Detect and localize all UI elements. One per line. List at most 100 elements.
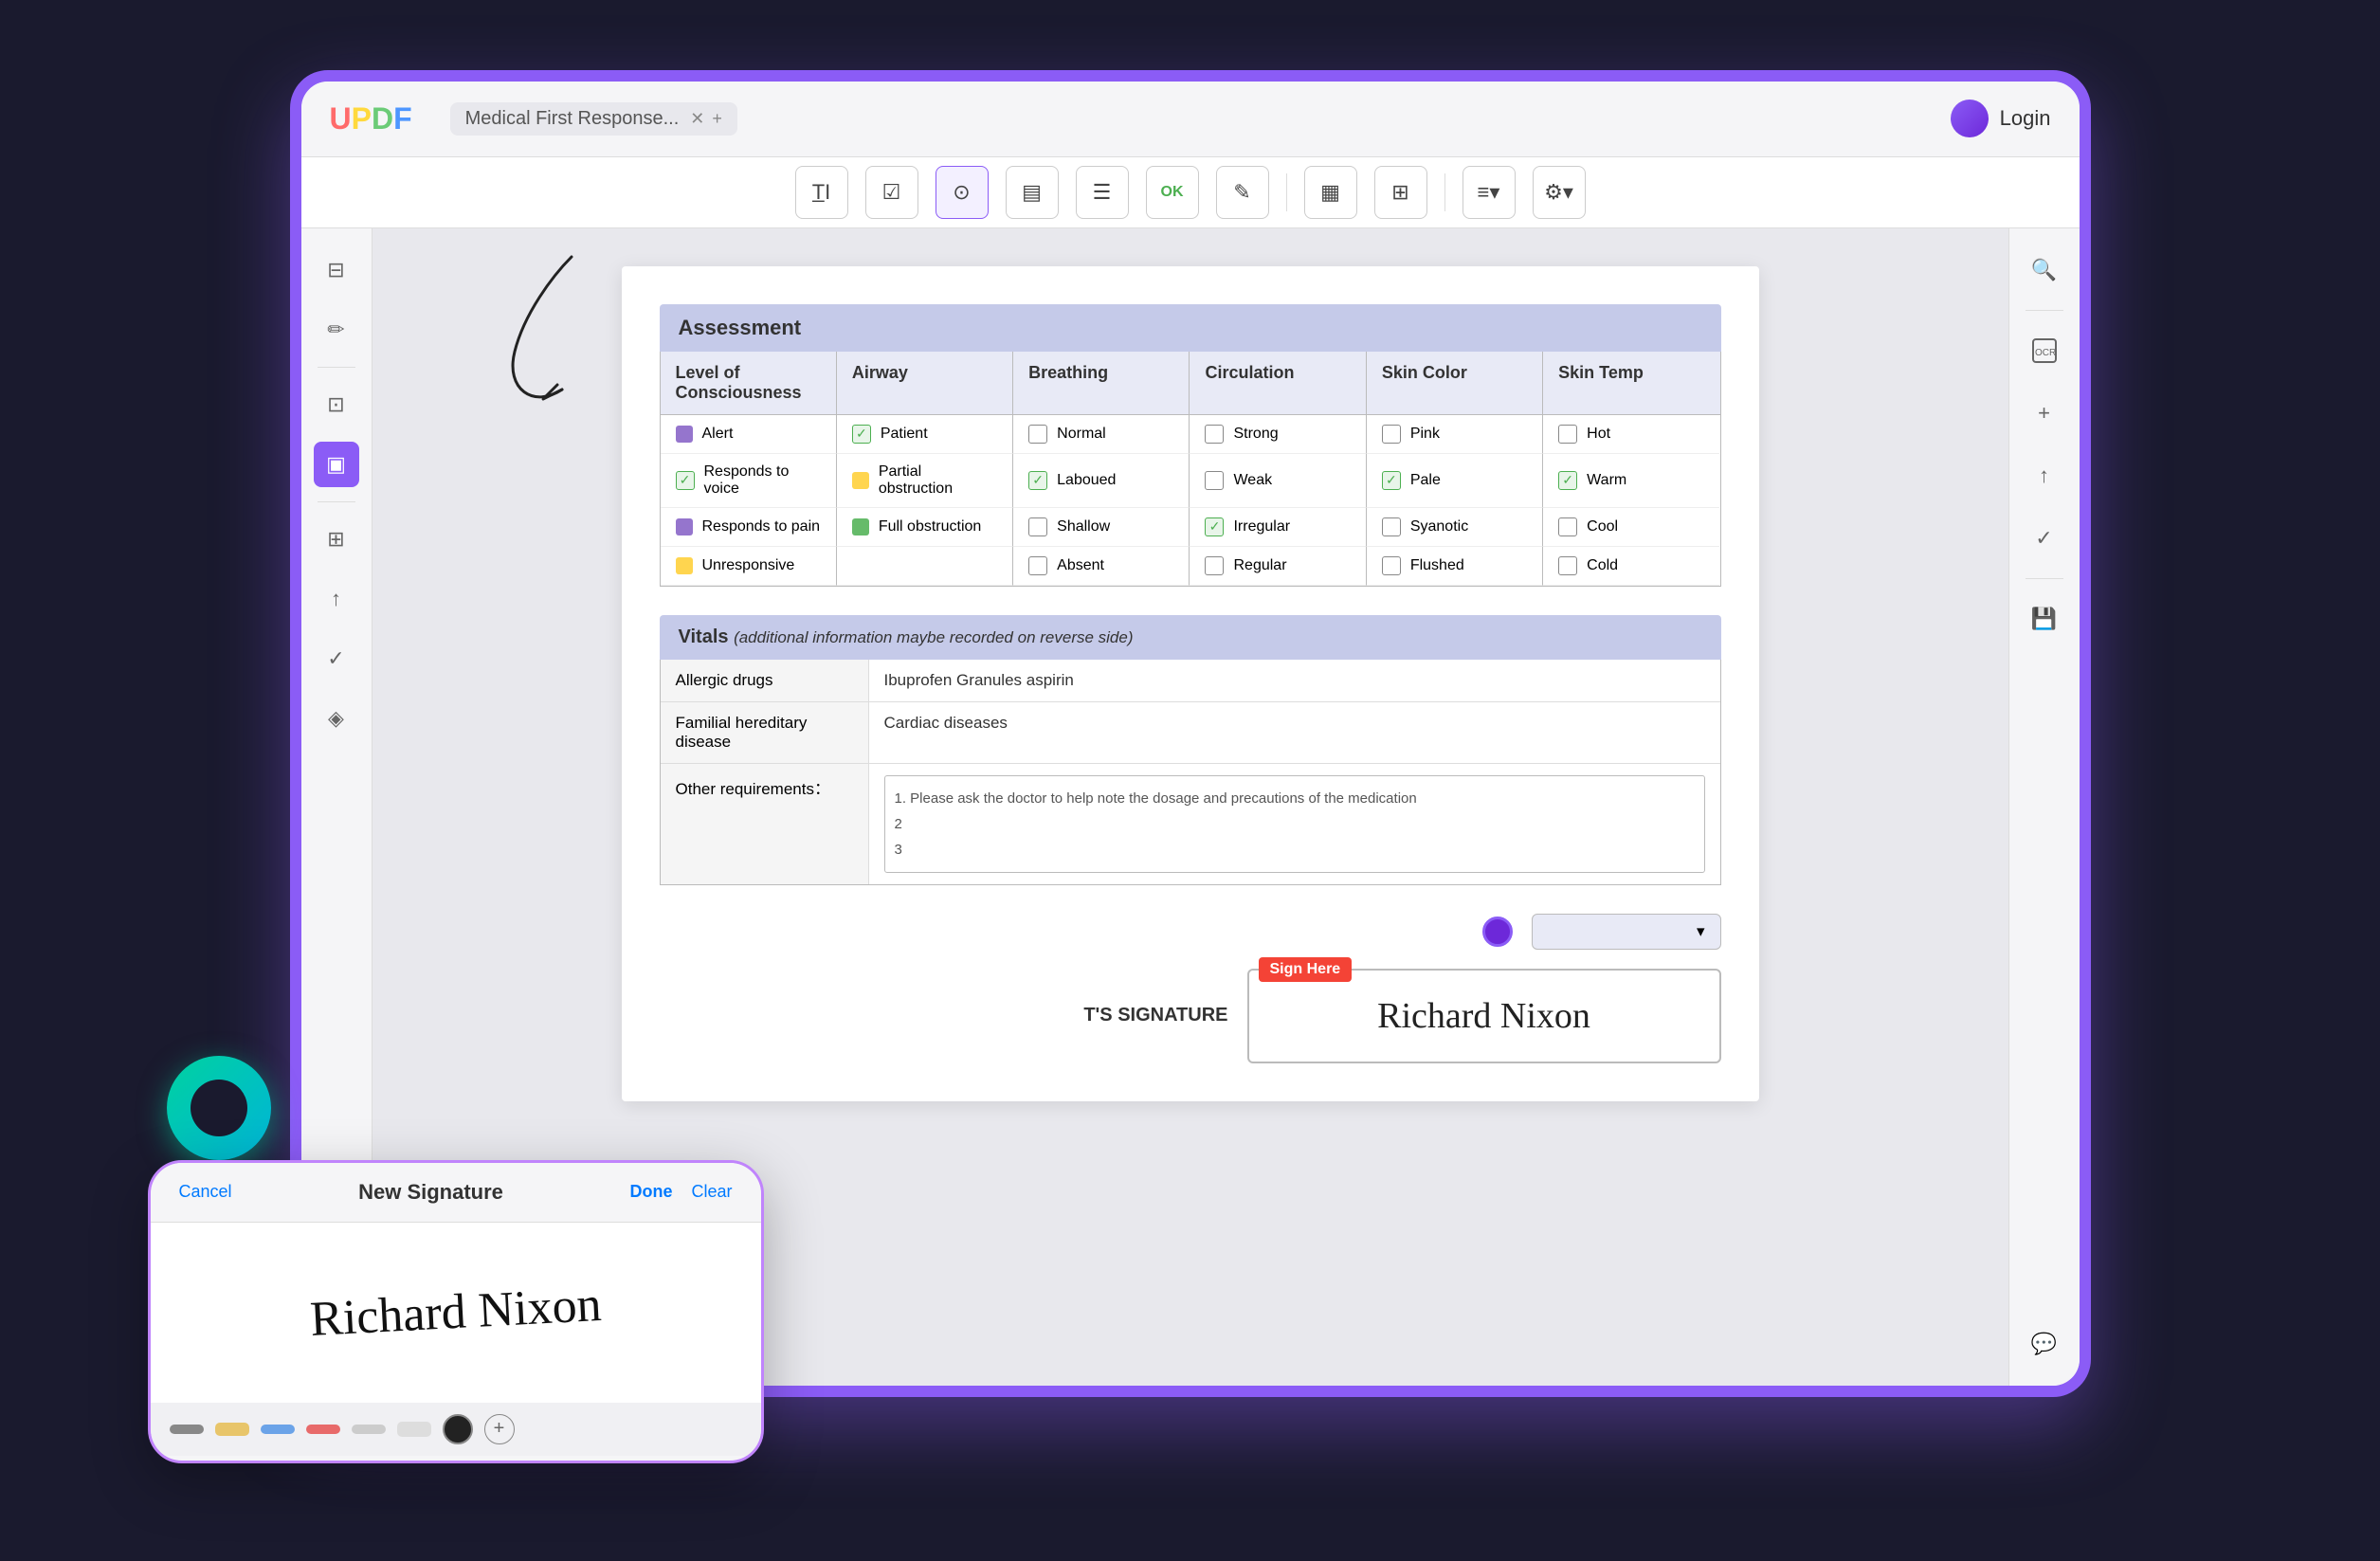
flushed-checkbox[interactable] [1382,556,1401,575]
radio-button[interactable] [1482,917,1513,947]
sidebar-pages-icon[interactable]: ⊟ [314,247,359,293]
radio-tool[interactable]: ⊙ [936,166,989,219]
familial-value[interactable]: Cardiac diseases [869,702,1720,763]
col-consciousness: Level of Consciousness [661,352,837,414]
sidebar-edit-icon[interactable]: ✏ [314,307,359,353]
regular-checkbox[interactable] [1205,556,1224,575]
tab-more-icon[interactable]: + [712,109,722,129]
weak-checkbox[interactable] [1205,471,1224,490]
right-comment-icon[interactable]: 💬 [2022,1321,2067,1367]
pale-checkbox[interactable]: ✓ [1382,471,1401,490]
textarea-tool[interactable]: ▤ [1006,166,1059,219]
cell-irregular[interactable]: ✓ Irregular [1190,508,1366,547]
logo-d: D [372,101,393,136]
cell-warm[interactable]: ✓ Warm [1543,454,1719,508]
cell-absent[interactable]: Absent [1013,547,1190,586]
normal-checkbox[interactable] [1028,425,1047,444]
mobile-clear-button[interactable]: Clear [691,1182,732,1202]
cell-cool[interactable]: Cool [1543,508,1719,547]
signature-box-area: T'S SIGNATURE Sign Here Richard Nixon [660,969,1721,1063]
cell-responds-pain[interactable]: Responds to pain [661,508,837,547]
cell-unresponsive[interactable]: Unresponsive [661,547,837,586]
cold-checkbox[interactable] [1558,556,1577,575]
sidebar-watermark-icon[interactable]: ◈ [314,696,359,741]
other-req-line-2: 2 [895,811,1695,837]
strong-checkbox[interactable] [1205,425,1224,444]
svg-text:OCR: OCR [2035,348,2056,358]
shallow-checkbox[interactable] [1028,517,1047,536]
mobile-signature-panel: Cancel New Signature Done Clear Richard … [148,1160,764,1463]
cell-flushed[interactable]: Flushed [1367,547,1543,586]
cell-pale[interactable]: ✓ Pale [1367,454,1543,508]
cell-alert[interactable]: Alert [661,415,837,454]
cell-weak[interactable]: Weak [1190,454,1366,508]
cell-cold[interactable]: Cold [1543,547,1719,586]
login-button[interactable]: Login [2000,106,2051,131]
grid-tool[interactable]: ⊞ [1374,166,1427,219]
responds-voice-label: Responds to voice [704,463,821,498]
absent-checkbox[interactable] [1028,556,1047,575]
pen-2[interactable] [215,1423,249,1436]
responds-voice-checkbox[interactable]: ✓ [676,471,695,490]
patient-checkbox[interactable]: ✓ [852,425,871,444]
cool-checkbox[interactable] [1558,517,1577,536]
right-check-icon[interactable]: ✓ [2022,516,2067,561]
signature-box[interactable]: Sign Here Richard Nixon [1247,969,1721,1063]
cell-responds-voice[interactable]: ✓ Responds to voice [661,454,837,508]
logo-u: U [330,101,352,136]
ok-stamp-tool[interactable]: OK [1146,166,1199,219]
right-add-icon[interactable]: + [2022,390,2067,436]
list-tool[interactable]: ☰ [1076,166,1129,219]
signature-tool[interactable]: ✎ [1216,166,1269,219]
hot-label: Hot [1587,426,1610,443]
irregular-checkbox[interactable]: ✓ [1205,517,1224,536]
cell-regular[interactable]: Regular [1190,547,1366,586]
right-search-icon[interactable]: 🔍 [2022,247,2067,293]
ring-inner [191,1080,247,1136]
tab-close-icon[interactable]: ✕ [690,109,704,129]
add-color-button[interactable]: + [484,1414,515,1444]
pen-4[interactable] [306,1425,340,1434]
align-tool[interactable]: ≡▾ [1463,166,1516,219]
sidebar-organize-icon[interactable]: ⊞ [314,517,359,562]
sidebar-export-icon[interactable]: ↑ [314,576,359,622]
right-save-icon[interactable]: 💾 [2022,596,2067,642]
right-ocr-icon[interactable]: OCR [2022,328,2067,373]
cell-normal[interactable]: Normal [1013,415,1190,454]
laboued-checkbox[interactable]: ✓ [1028,471,1047,490]
settings-tool[interactable]: ⚙▾ [1533,166,1586,219]
right-share-icon[interactable]: ↑ [2022,453,2067,499]
allergic-value[interactable]: Ibuprofen Granules aspirin [869,660,1720,701]
cell-strong[interactable]: Strong [1190,415,1366,454]
cell-patient[interactable]: ✓ Patient [837,415,1013,454]
sidebar-protect-icon[interactable]: ✓ [314,636,359,681]
image-tool[interactable]: ▦ [1304,166,1357,219]
cell-syanotic[interactable]: Syanotic [1367,508,1543,547]
mobile-signature-canvas[interactable]: Richard Nixon [151,1223,761,1403]
mobile-done-button[interactable]: Done [629,1182,672,1202]
pen-1[interactable] [170,1425,204,1434]
warm-checkbox[interactable]: ✓ [1558,471,1577,490]
color-picker[interactable] [443,1414,473,1444]
document-tab[interactable]: Medical First Response... ✕ + [450,102,737,136]
pink-checkbox[interactable] [1382,425,1401,444]
checkbox-tool[interactable]: ☑ [865,166,918,219]
right-divider-1 [2026,310,2063,311]
cell-hot[interactable]: Hot [1543,415,1719,454]
cell-partial-obstruction[interactable]: Partial obstruction [837,454,1013,508]
text-field-tool[interactable]: T̲I [795,166,848,219]
pen-3[interactable] [261,1425,295,1434]
pen-5[interactable] [352,1425,386,1434]
cell-shallow[interactable]: Shallow [1013,508,1190,547]
syanotic-checkbox[interactable] [1382,517,1401,536]
signature-dropdown[interactable]: ▾ [1532,914,1721,950]
hot-checkbox[interactable] [1558,425,1577,444]
other-req-textarea[interactable]: 1. Please ask the doctor to help note th… [869,764,1720,884]
sidebar-form-icon[interactable]: ▣ [314,442,359,487]
cell-laboued[interactable]: ✓ Laboued [1013,454,1190,508]
cell-full-obstruction[interactable]: Full obstruction [837,508,1013,547]
cell-pink[interactable]: Pink [1367,415,1543,454]
mobile-cancel-button[interactable]: Cancel [179,1182,232,1202]
sidebar-comment-icon[interactable]: ⊡ [314,382,359,427]
pen-6[interactable] [397,1422,431,1437]
